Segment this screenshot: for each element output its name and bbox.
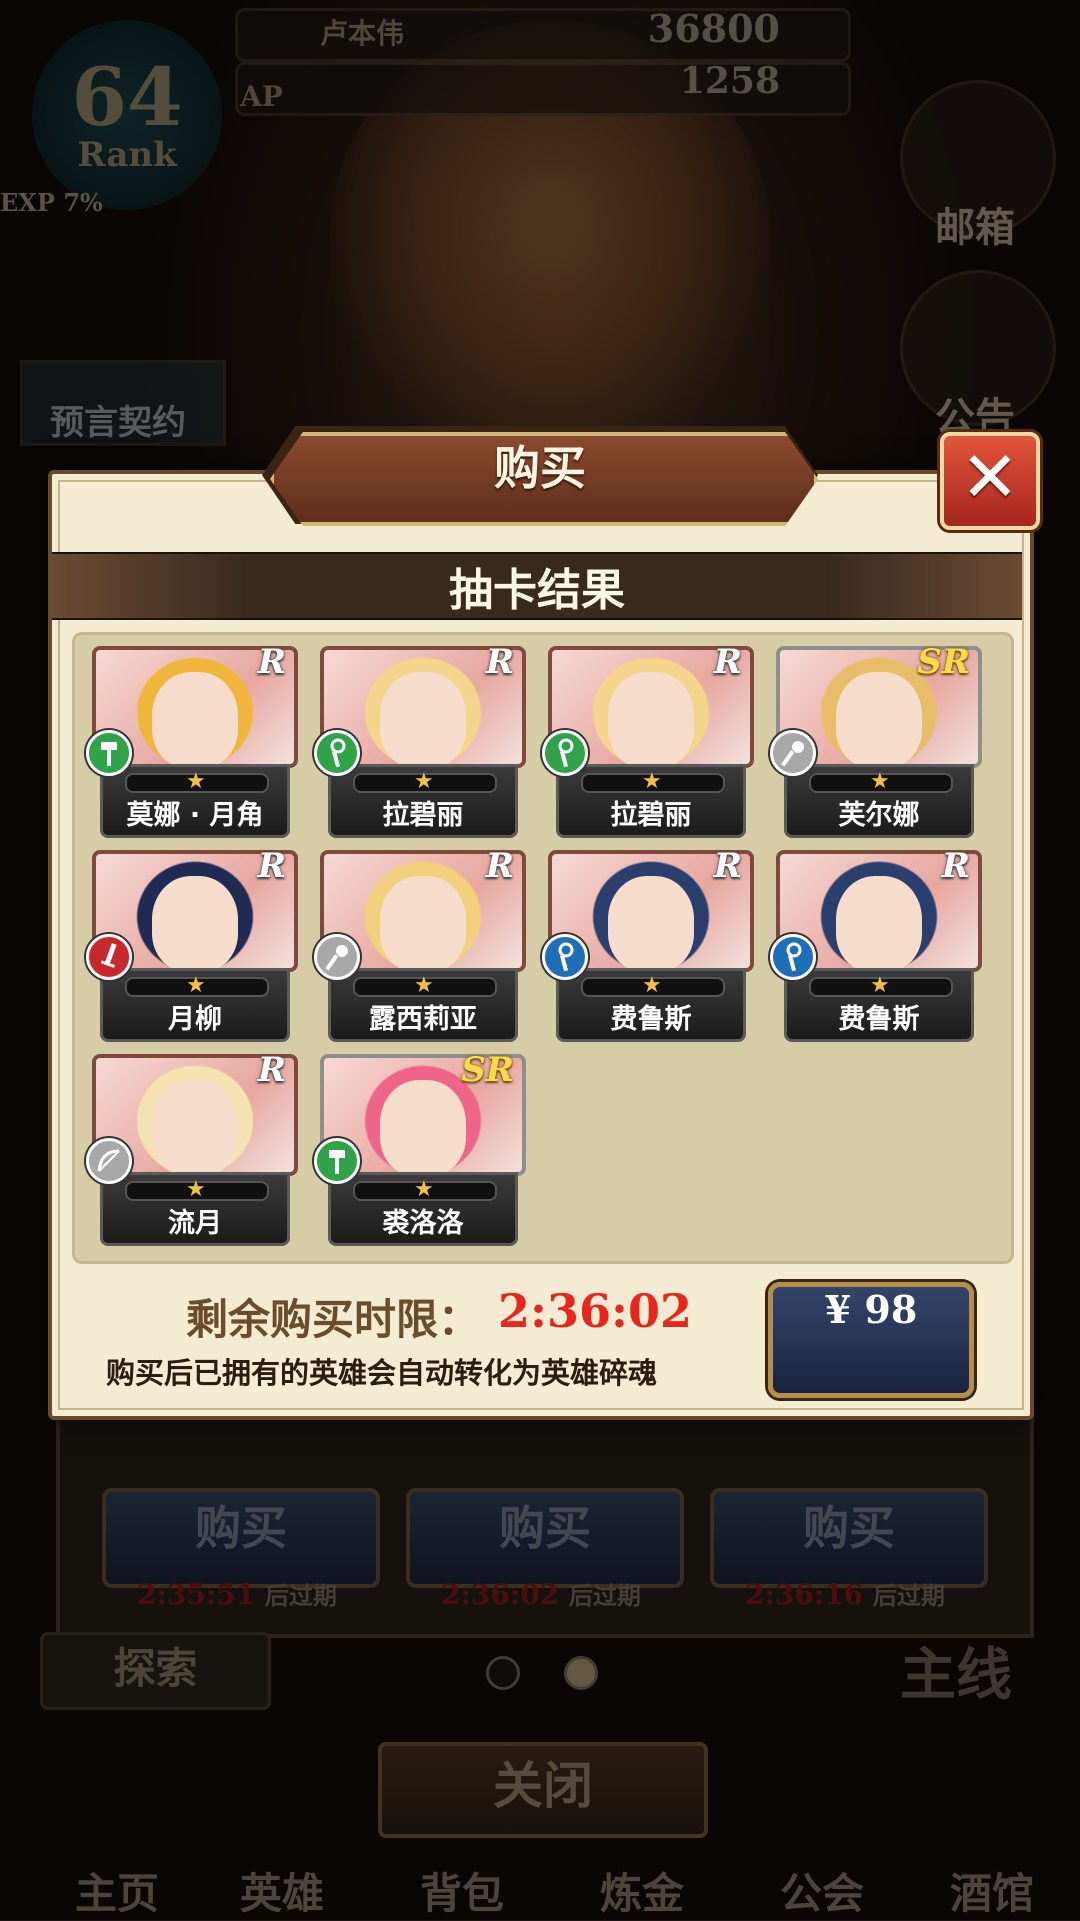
hero-card[interactable]: R ★ 流月 bbox=[86, 1050, 298, 1246]
star-icon: ★ bbox=[870, 769, 890, 794]
hero-namebar: ★ 拉碧丽 bbox=[556, 764, 746, 838]
hero-face bbox=[152, 1080, 238, 1172]
star-bar: ★ bbox=[353, 973, 497, 998]
rarity-badge: R bbox=[713, 642, 742, 682]
close-button[interactable]: ✕ bbox=[940, 432, 1040, 530]
star-bar: ★ bbox=[581, 769, 725, 794]
hero-face bbox=[608, 876, 694, 968]
hero-name: 裘洛洛 bbox=[382, 1208, 464, 1239]
hero-face bbox=[152, 672, 238, 764]
hero-card[interactable]: R ★ 费鲁斯 bbox=[770, 846, 982, 1042]
buy-price-button[interactable]: ¥ 98 bbox=[768, 1282, 974, 1398]
star-icon: ★ bbox=[414, 1177, 434, 1202]
hero-name: 露西莉亚 bbox=[369, 1004, 477, 1035]
rarity-badge: R bbox=[257, 642, 286, 682]
hero-namebar: ★ 莫娜 · 月角 bbox=[100, 764, 290, 838]
hero-namebar: ★ 费鲁斯 bbox=[556, 968, 746, 1042]
price-label: ¥ 98 bbox=[824, 1287, 918, 1332]
hero-face bbox=[152, 876, 238, 968]
rarity-badge: R bbox=[257, 846, 286, 886]
hero-name: 月柳 bbox=[168, 1004, 222, 1035]
hero-namebar: ★ 裘洛洛 bbox=[328, 1172, 518, 1246]
hero-name: 费鲁斯 bbox=[838, 1004, 920, 1035]
star-icon: ★ bbox=[186, 769, 206, 794]
star-icon: ★ bbox=[414, 973, 434, 998]
bow-icon bbox=[86, 1138, 132, 1184]
hero-face bbox=[836, 672, 922, 764]
hero-name: 费鲁斯 bbox=[610, 1004, 692, 1035]
hero-face bbox=[380, 876, 466, 968]
staff-icon bbox=[314, 730, 360, 776]
hero-face bbox=[380, 1080, 466, 1172]
star-bar: ★ bbox=[353, 1177, 497, 1202]
hero-face bbox=[608, 672, 694, 764]
hero-card[interactable]: R ★ 拉碧丽 bbox=[314, 642, 526, 838]
hammer-icon bbox=[314, 1138, 360, 1184]
hero-name: 拉碧丽 bbox=[610, 800, 692, 831]
hero-namebar: ★ 芙尔娜 bbox=[784, 764, 974, 838]
dialog-title: 购买 bbox=[494, 441, 586, 495]
hero-card[interactable]: R ★ 月柳 bbox=[86, 846, 298, 1042]
star-bar: ★ bbox=[353, 769, 497, 794]
hero-namebar: ★ 月柳 bbox=[100, 968, 290, 1042]
star-bar: ★ bbox=[125, 1177, 269, 1202]
star-icon: ★ bbox=[642, 769, 662, 794]
hero-card[interactable]: SR ★ 裘洛洛 bbox=[314, 1050, 526, 1246]
rarity-badge: R bbox=[257, 1050, 286, 1090]
hero-namebar: ★ 流月 bbox=[100, 1172, 290, 1246]
hero-name: 流月 bbox=[168, 1208, 222, 1239]
hero-namebar: ★ 费鲁斯 bbox=[784, 968, 974, 1042]
rarity-badge: SR bbox=[917, 642, 970, 682]
star-icon: ★ bbox=[186, 973, 206, 998]
sword-icon bbox=[86, 934, 132, 980]
hero-card[interactable]: R ★ 拉碧丽 bbox=[542, 642, 754, 838]
star-icon: ★ bbox=[642, 973, 662, 998]
hero-card[interactable]: R ★ 费鲁斯 bbox=[542, 846, 754, 1042]
close-icon: ✕ bbox=[960, 436, 1020, 518]
staff-icon bbox=[542, 934, 588, 980]
result-header-label: 抽卡结果 bbox=[449, 565, 625, 616]
rarity-badge: R bbox=[941, 846, 970, 886]
hero-namebar: ★ 拉碧丽 bbox=[328, 764, 518, 838]
mace-icon bbox=[770, 730, 816, 776]
hero-card[interactable]: R ★ 莫娜 · 月角 bbox=[86, 642, 298, 838]
star-bar: ★ bbox=[125, 973, 269, 998]
mace-icon bbox=[314, 934, 360, 980]
star-bar: ★ bbox=[581, 973, 725, 998]
staff-icon bbox=[542, 730, 588, 776]
star-icon: ★ bbox=[186, 1177, 206, 1202]
hero-card[interactable]: R ★ 露西莉亚 bbox=[314, 846, 526, 1042]
star-bar: ★ bbox=[809, 769, 953, 794]
hammer-icon bbox=[86, 730, 132, 776]
hero-namebar: ★ 露西莉亚 bbox=[328, 968, 518, 1042]
hero-name: 拉碧丽 bbox=[382, 800, 464, 831]
timer-value: 2:36:02 bbox=[498, 1284, 692, 1338]
hero-face bbox=[380, 672, 466, 764]
hero-card[interactable]: SR ★ 芙尔娜 bbox=[770, 642, 982, 838]
rarity-badge: R bbox=[485, 846, 514, 886]
star-bar: ★ bbox=[125, 769, 269, 794]
rarity-badge: SR bbox=[461, 1050, 514, 1090]
hero-face bbox=[836, 876, 922, 968]
rarity-badge: R bbox=[713, 846, 742, 886]
conversion-note: 购买后已拥有的英雄会自动转化为英雄碎魂 bbox=[106, 1356, 658, 1390]
result-header: 抽卡结果 bbox=[52, 552, 1022, 620]
timer-label: 剩余购买时限： bbox=[186, 1295, 481, 1344]
rarity-badge: R bbox=[485, 642, 514, 682]
hero-name: 莫娜 · 月角 bbox=[126, 800, 264, 831]
hero-name: 芙尔娜 bbox=[838, 800, 920, 831]
staff-icon bbox=[770, 934, 816, 980]
star-bar: ★ bbox=[809, 973, 953, 998]
star-icon: ★ bbox=[870, 973, 890, 998]
star-icon: ★ bbox=[414, 769, 434, 794]
